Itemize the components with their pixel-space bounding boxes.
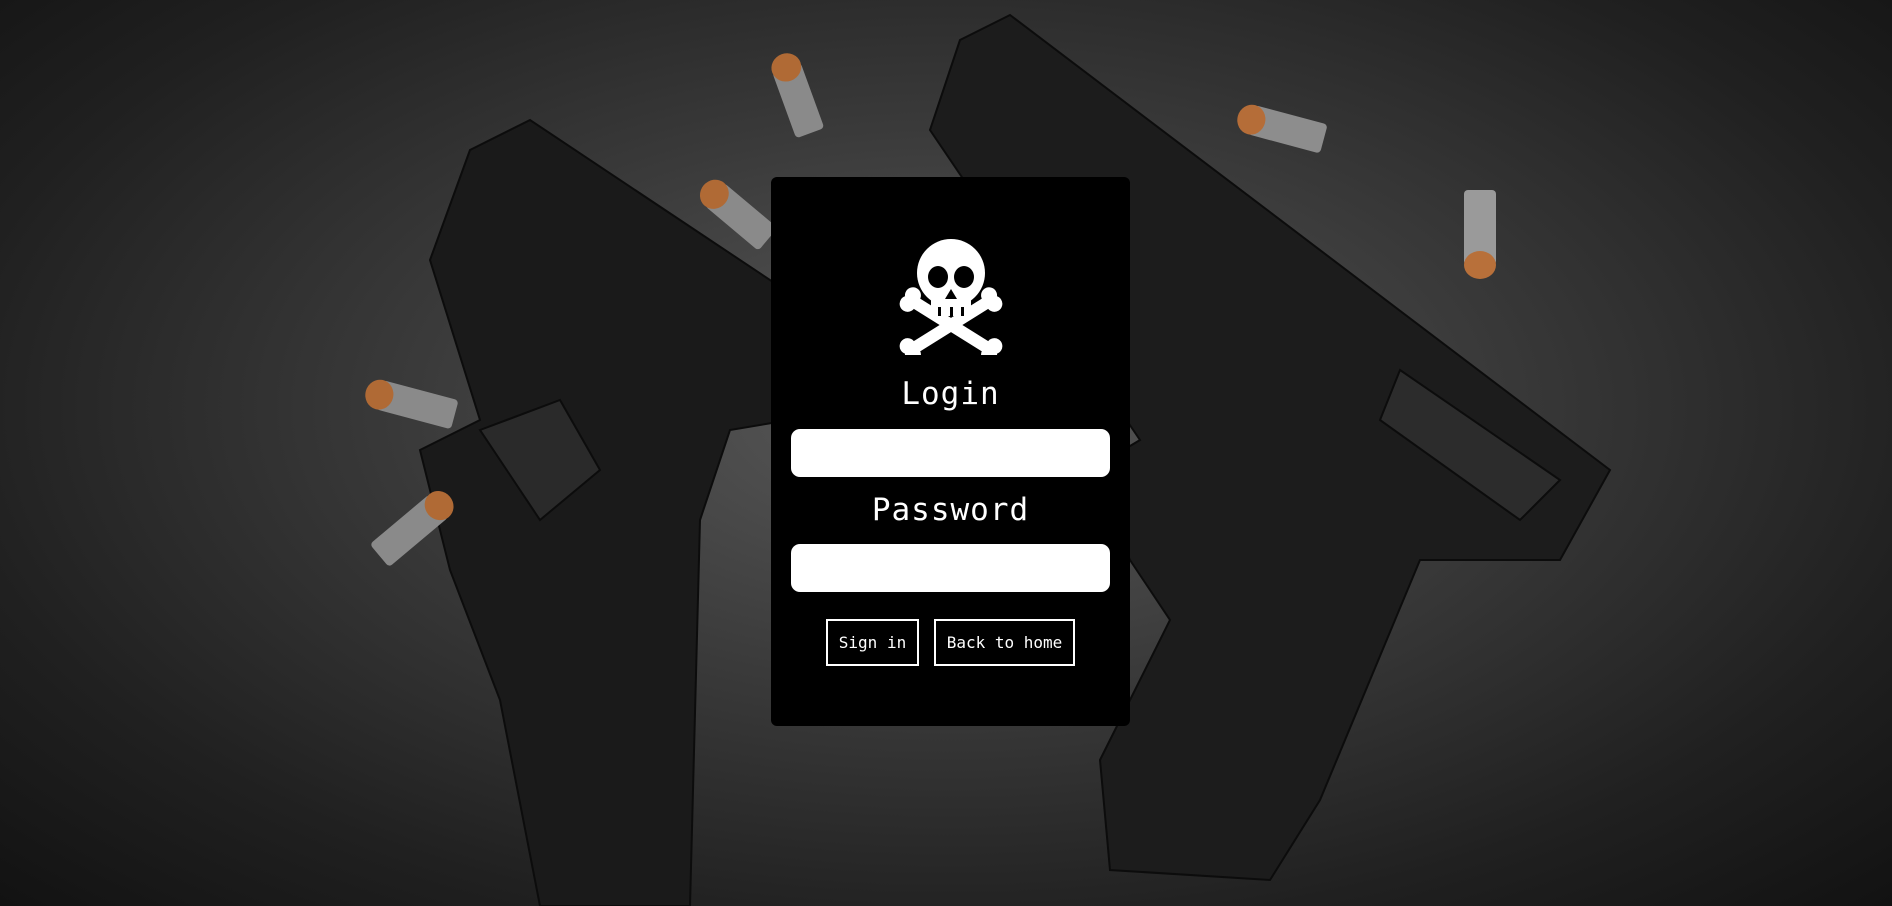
- password-input[interactable]: [791, 544, 1110, 592]
- login-card: Login Password Sign in Back to home: [771, 177, 1130, 726]
- login-input[interactable]: [791, 429, 1110, 477]
- back-to-home-button[interactable]: Back to home: [934, 619, 1075, 666]
- sign-in-button[interactable]: Sign in: [826, 619, 919, 666]
- skull-crossbones-icon: [899, 239, 1003, 355]
- password-label: Password: [871, 492, 1030, 528]
- login-label: Login: [901, 376, 1000, 412]
